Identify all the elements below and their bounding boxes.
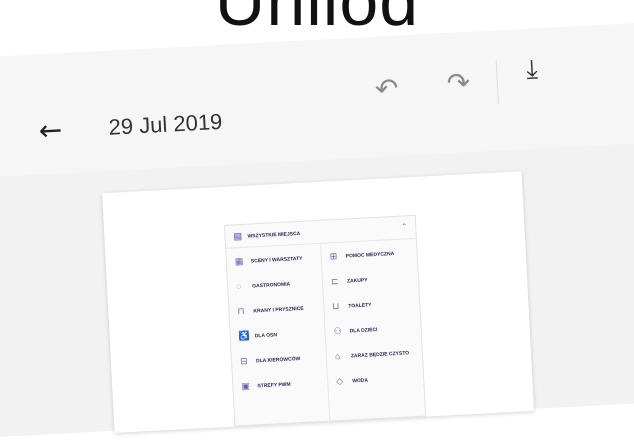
list-item-label: DLA OSN: [254, 332, 278, 340]
list-item-label: DLA DZIECI: [349, 326, 378, 335]
zone-icon: ▣: [241, 380, 251, 392]
list-item-label: GASTRONOMIA: [252, 281, 291, 290]
places-panel: ▤ WSZYSTKIE MIEJSCA ⌃ ▦ SCENY I WARSZTATY…: [223, 214, 427, 427]
list-item-label: SCENY I WARSZTATY: [250, 255, 303, 265]
undo-icon[interactable]: ↶: [374, 72, 399, 106]
kids-icon: ⚇: [333, 325, 342, 337]
date-label: 29 Jul 2019: [107, 108, 223, 140]
list-item-label: DLA KIEROWCÓW: [255, 356, 301, 365]
list-item[interactable]: ▣ STREFY PWM: [233, 370, 328, 400]
list-item[interactable]: ◇ WODA: [328, 365, 423, 395]
toilet-icon: ⊔: [332, 300, 340, 312]
list-item-label: STREFY PWM: [257, 381, 291, 390]
accessibility-icon: ♿: [238, 330, 251, 342]
document-page: ▤ WSZYSTKIE MIEJSCA ⌃ ▦ SCENY I WARSZTATY…: [102, 171, 535, 433]
list-item-label: TOALETY: [348, 302, 372, 310]
tablet-screen: ← 29 Jul 2019 ↶ ↷ ⤓ ▤ WSZYSTKIE MIEJSCA …: [0, 22, 634, 438]
back-arrow-icon[interactable]: ←: [38, 113, 63, 147]
map-icon: ▤: [233, 230, 243, 242]
car-icon: ⊟: [239, 355, 248, 367]
panel-title: WSZYSTKIE MIEJSCA: [247, 230, 301, 240]
food-icon: ◌: [235, 281, 242, 292]
stage-icon: ▦: [234, 255, 244, 267]
list-item-label: POMOC MEDYCZNA: [345, 251, 395, 260]
redo-icon[interactable]: ↷: [446, 66, 471, 100]
shower-icon: ⊓: [237, 305, 245, 317]
water-icon: ◇: [335, 375, 344, 387]
medical-icon: ⊞: [329, 250, 338, 262]
left-column: ▦ SCENY I WARSZTATY ◌ GASTRONOMIA ⊓ KRANY I…: [226, 244, 331, 426]
list-item-label: WODA: [352, 377, 369, 385]
toolbar-divider: [495, 60, 499, 105]
right-column: ⊞ POMOC MEDYCZNA ⊏ ZAKUPY ⊔ TOALETY ⚇ DLA DZ…: [321, 240, 423, 395]
download-icon[interactable]: ⤓: [525, 54, 538, 86]
shopping-icon: ⊏: [330, 275, 339, 287]
list-item-label: ZARAZ BĘDZIE CZYSTO: [350, 350, 410, 360]
chevron-up-icon[interactable]: ⌃: [401, 222, 407, 230]
list-item-label: KRANY I PRYSZNICE: [253, 305, 304, 315]
list-item-label: ZAKUPY: [346, 277, 368, 285]
